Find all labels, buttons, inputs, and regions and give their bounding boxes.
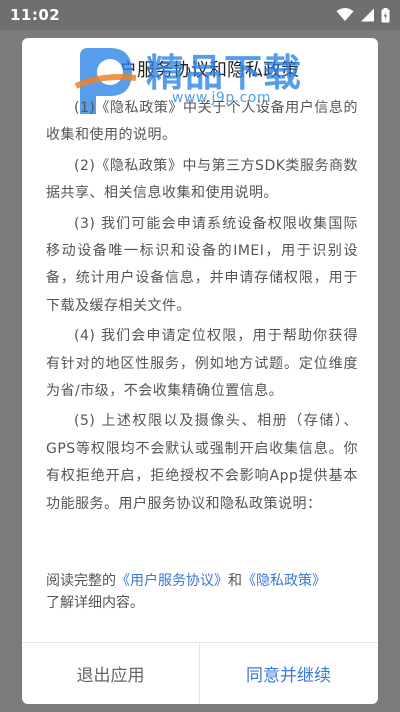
privacy-dialog: 用户服务协议和隐私政策 精品下载 www.j9p.com (1)《隐私政策》中关… — [22, 38, 378, 704]
policy-content: (1)《隐私政策》中关于个人设备用户信息的收集和使用的说明。 (2)《隐私政策》… — [46, 95, 358, 521]
dialog-title: 用户服务协议和隐私政策 — [101, 60, 299, 81]
user-agreement-link[interactable]: 《用户服务协议》 — [116, 573, 228, 589]
wifi-icon — [336, 8, 354, 22]
footer-note: 阅读完整的《用户服务协议》和《隐私政策》了解详细内容。 — [46, 570, 358, 614]
footer-middle: 和 — [228, 573, 242, 589]
footer-prefix: 阅读完整的 — [46, 573, 116, 589]
status-time: 11:02 — [10, 6, 61, 24]
status-icons — [336, 7, 390, 23]
policy-paragraph: (2)《隐私政策》中与第三方SDK类服务商数据共享、相关信息收集和使用说明。 — [46, 157, 358, 202]
policy-paragraph: (3) 我们可能会申请系统设备权限收集国际移动设备唯一标识和设备的IMEI，用于… — [46, 215, 358, 314]
status-bar: 11:02 — [0, 0, 400, 30]
signal-icon — [360, 8, 375, 22]
policy-paragraph: (1)《隐私政策》中关于个人设备用户信息的收集和使用的说明。 — [46, 100, 358, 144]
policy-paragraph: (4) 我们会申请定位权限，用于帮助你获得有针对的地区性服务，例如地方试题。定位… — [46, 328, 358, 400]
policy-paragraph: (5) 上述权限以及摄像头、相册（存储）、GPS等权限均不会默认或强制开启收集信… — [46, 413, 358, 512]
privacy-policy-link[interactable]: 《隐私政策》 — [242, 573, 326, 589]
battery-icon — [381, 7, 390, 23]
agree-continue-button[interactable]: 同意并继续 — [200, 643, 377, 704]
footer-suffix: 了解详细内容。 — [46, 595, 144, 611]
exit-app-button[interactable]: 退出应用 — [22, 643, 199, 704]
